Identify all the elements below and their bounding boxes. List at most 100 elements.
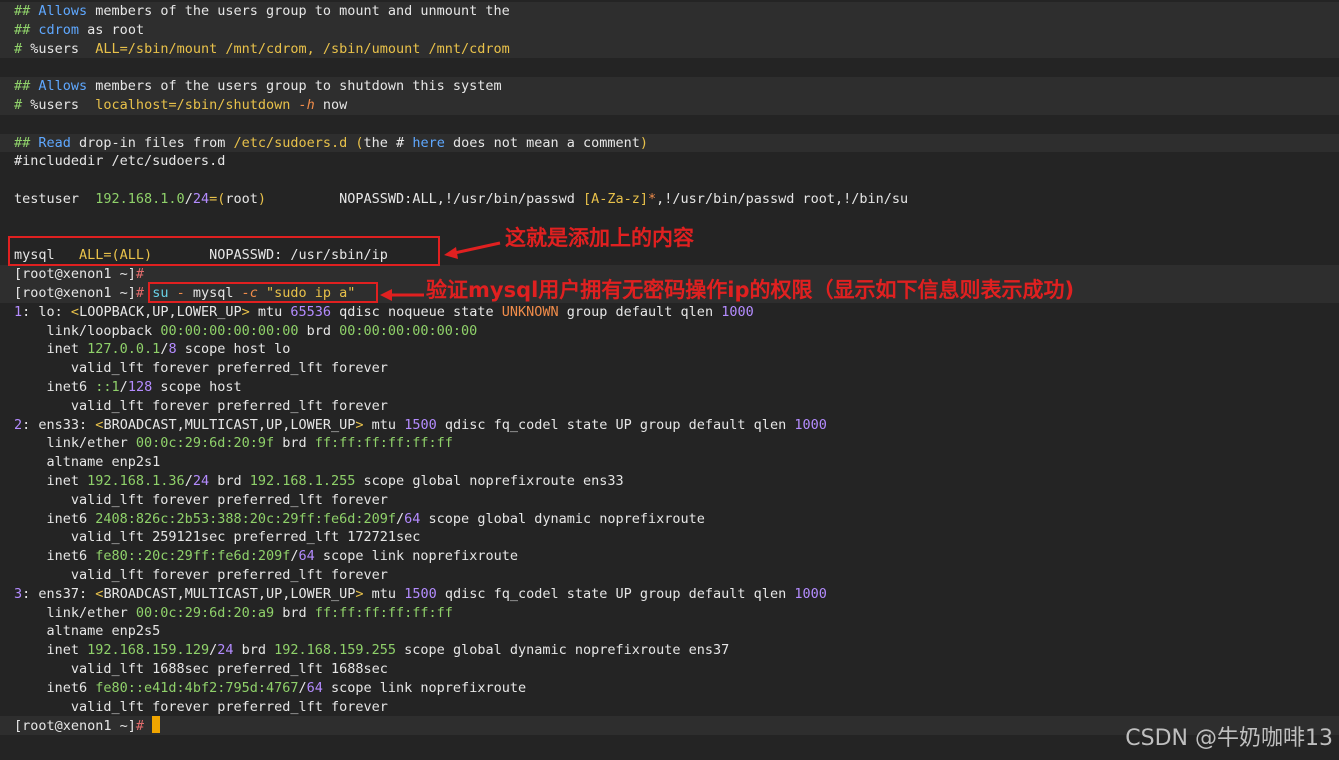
terminal-text: / — [209, 642, 218, 659]
terminal-line: inet 192.168.1.36/24 brd 192.168.1.255 s… — [14, 472, 624, 491]
terminal-text: [root@xenon1 ~] — [14, 718, 136, 735]
terminal-text: 192.168.1.0 — [95, 191, 185, 207]
terminal-line: ## Allows members of the users group to … — [14, 77, 502, 96]
terminal-text: 127.0.0.1 — [87, 341, 161, 358]
terminal-text: 00:00:00:00:00:00 — [339, 322, 478, 339]
terminal-line: valid_lft forever preferred_lft forever — [14, 698, 388, 717]
terminal-text: ## — [14, 21, 31, 38]
terminal-text: Allows — [30, 78, 88, 95]
terminal-text: link/ether — [14, 435, 136, 452]
terminal-text: cdrom — [30, 21, 80, 38]
text-cursor[interactable] — [152, 716, 161, 734]
terminal-text: valid_lft 259121sec preferred_lft 172721… — [14, 529, 421, 546]
terminal-text: > — [241, 303, 250, 320]
terminal-text: altname enp2s1 — [14, 454, 161, 471]
terminal-text: * — [648, 191, 657, 207]
terminal-text: inet6 — [14, 679, 96, 696]
terminal-text: group default qlen — [558, 303, 722, 320]
terminal-text: /etc/sudoers.d — [233, 134, 348, 151]
terminal-text: %users — [22, 97, 96, 113]
terminal-line: [root@xenon1 ~]# — [14, 716, 161, 735]
terminal-text: inet — [14, 341, 88, 358]
terminal-text: fe80::e41d:4bf2:795d:4767 — [95, 679, 299, 696]
terminal-text: -h — [298, 97, 315, 113]
terminal-text: 1500 — [404, 416, 437, 433]
terminal-text: root — [225, 191, 258, 207]
terminal-text: / — [290, 548, 299, 565]
terminal-text: UNKNOWN — [501, 303, 559, 320]
terminal-text: ( — [347, 134, 364, 151]
terminal-text: 3 — [14, 585, 23, 602]
terminal-text: scope global dynamic noprefixroute ens37 — [396, 642, 730, 659]
terminal-line: valid_lft forever preferred_lft forever — [14, 397, 388, 416]
terminal-text: 1 — [14, 303, 23, 320]
terminal-text: altname enp2s5 — [14, 623, 161, 640]
terminal-text: 65536 — [290, 303, 332, 320]
terminal-line: inet6 2408:826c:2b53:388:20c:29ff:fe6d:2… — [14, 510, 705, 529]
terminal-text: BROADCAST,MULTICAST,UP,LOWER_UP — [103, 416, 356, 433]
terminal-text: / — [184, 473, 193, 489]
annotation-verify-note: 验证mysql用户拥有无密码操作ip的权限（显示如下信息则表示成功) — [426, 278, 1075, 302]
terminal-line: # %users ALL=/sbin/mount /mnt/cdrom, /sb… — [14, 40, 510, 59]
terminal-text: scope global dynamic noprefixroute — [420, 510, 705, 527]
terminal-text: # — [135, 266, 145, 283]
terminal-text: does not mean a comment — [444, 134, 640, 151]
terminal-text: # — [14, 40, 23, 57]
terminal-line: ## Read drop-in files from /etc/sudoers.… — [14, 134, 648, 153]
terminal-text: #includedir /etc/sudoers.d — [14, 153, 226, 170]
terminal-text: members of the users group to mount and … — [87, 3, 510, 19]
terminal-line: altname enp2s1 — [14, 453, 161, 472]
highlight-box-sudoers-line — [8, 236, 440, 266]
terminal-text: valid_lft forever preferred_lft forever — [14, 360, 388, 377]
terminal-text: 00:00:00:00:00:00 — [160, 322, 299, 339]
terminal-line: link/ether 00:0c:29:6d:20:9f brd ff:ff:f… — [14, 434, 453, 453]
terminal-text: 8 — [168, 341, 177, 358]
terminal-text: 1000 — [721, 303, 754, 320]
terminal-text: 128 — [127, 379, 153, 395]
terminal-text: scope host lo — [176, 341, 291, 358]
terminal-line: ## cdrom as root — [14, 21, 144, 40]
terminal-line: inet6 fe80::20c:29ff:fe6d:209f/64 scope … — [14, 547, 518, 566]
terminal-line: valid_lft 259121sec preferred_lft 172721… — [14, 528, 421, 547]
terminal-line: # %users localhost=/sbin/shutdown -h now — [14, 96, 347, 115]
terminal-line: 3: ens37: <BROADCAST,MULTICAST,UP,LOWER_… — [14, 585, 827, 604]
terminal-text: scope global noprefixroute ens33 — [355, 473, 624, 489]
terminal-line: inet 192.168.159.129/24 brd 192.168.159.… — [14, 641, 730, 660]
terminal-text: valid_lft forever preferred_lft forever — [14, 491, 388, 508]
terminal-text: valid_lft forever preferred_lft forever — [14, 397, 388, 414]
terminal-text: Read — [30, 134, 71, 151]
terminal-text: scope link noprefixroute — [314, 548, 518, 565]
terminal-text: ALL=/sbin/mount /mnt/cdrom, /sbin/umount… — [95, 40, 510, 57]
terminal-text: 2408:826c:2b53:388:20c:29ff:fe6d:209f — [95, 510, 397, 527]
terminal-text: ## — [14, 78, 31, 95]
terminal-text: 24 — [192, 191, 210, 207]
terminal-text: [A-Za-z] — [583, 191, 649, 207]
terminal-text: =( — [209, 191, 226, 207]
terminal-text: 192.168.1.36 — [87, 473, 185, 489]
terminal-text: the # — [363, 134, 413, 151]
terminal-text: ) — [639, 134, 649, 151]
watermark: CSDN @牛奶咖啡13 — [1125, 726, 1333, 751]
terminal-line: inet6 fe80::e41d:4bf2:795d:4767/64 scope… — [14, 679, 527, 698]
terminal-text: [root@xenon1 ~] — [14, 285, 136, 301]
terminal-line: 2: ens33: <BROADCAST,MULTICAST,UP,LOWER_… — [14, 416, 827, 435]
terminal-line: link/ether 00:0c:29:6d:20:a9 brd ff:ff:f… — [14, 604, 453, 623]
terminal-window[interactable]: ## Allows members of the users group to … — [0, 0, 1339, 760]
terminal-line: valid_lft forever preferred_lft forever — [14, 491, 388, 510]
terminal-line: ## Allows members of the users group to … — [14, 2, 510, 21]
terminal-text: brd — [233, 642, 275, 659]
terminal-text: valid_lft 1688sec preferred_lft 1688sec — [14, 661, 388, 677]
terminal-text: ff:ff:ff:ff:ff:ff — [314, 435, 453, 452]
terminal-text: NOPASSWD:ALL,!/usr/bin/passwd — [266, 191, 583, 207]
terminal-line: link/loopback 00:00:00:00:00:00 brd 00:0… — [14, 322, 478, 341]
terminal-text: 00:0c:29:6d:20:a9 — [135, 604, 275, 621]
terminal-text: > — [355, 585, 364, 602]
terminal-text: 1000 — [794, 416, 827, 433]
terminal-line: valid_lft forever preferred_lft forever — [14, 359, 388, 378]
terminal-text: 00:0c:29:6d:20:9f — [135, 435, 275, 452]
terminal-text: valid_lft forever preferred_lft forever — [14, 567, 388, 583]
terminal-text: brd — [298, 322, 340, 339]
terminal-text: localhost=/sbin/shutdown — [95, 97, 299, 113]
terminal-text: 64 — [306, 679, 323, 696]
terminal-text: 2 — [14, 416, 23, 433]
